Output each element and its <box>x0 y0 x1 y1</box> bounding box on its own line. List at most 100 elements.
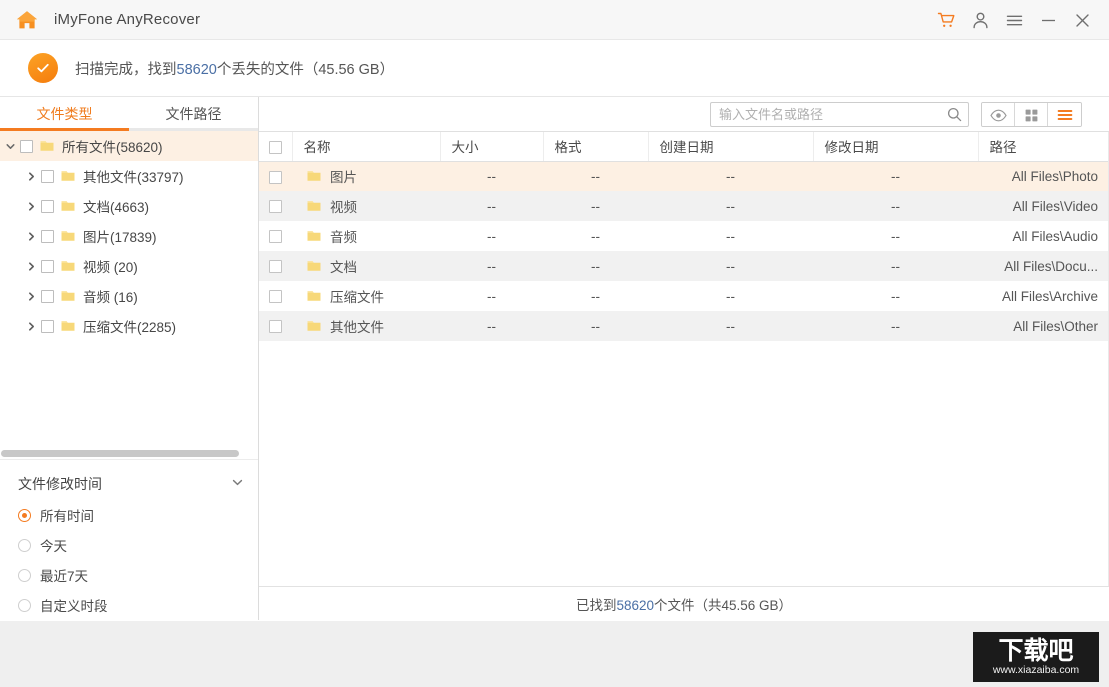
column-header-created-date[interactable]: 创建日期 <box>648 132 814 162</box>
tree-item-audio[interactable]: 音频 (16) <box>0 281 258 311</box>
radio-button[interactable] <box>18 598 31 612</box>
folder-icon <box>307 231 321 241</box>
row-checkbox-cell[interactable] <box>259 191 292 221</box>
folder-icon <box>61 171 75 181</box>
table-row[interactable]: 压缩文件 -- -- -- -- All Files\Archive <box>259 281 1109 311</box>
row-modified-cell: -- <box>891 318 900 334</box>
filter-option-all-time[interactable]: 所有时间 <box>0 500 258 530</box>
filter-option-label: 所有时间 <box>40 509 94 524</box>
row-name-cell: 图片 <box>292 161 440 191</box>
row-checkbox-cell[interactable] <box>259 251 292 281</box>
table-row[interactable]: 视频 -- -- -- -- All Files\Video <box>259 191 1109 221</box>
filter-option-last-7-days[interactable]: 最近7天 <box>0 560 258 590</box>
tree-checkbox[interactable] <box>41 229 54 243</box>
tree-checkbox[interactable] <box>41 289 54 303</box>
row-path-cell: All Files\Audio <box>1012 228 1098 244</box>
radio-button[interactable] <box>18 508 31 522</box>
tree-checkbox[interactable] <box>20 139 33 153</box>
scan-status-text: 扫描完成，找到58620个丢失的文件（45.56 GB） <box>75 58 394 79</box>
column-header-name[interactable]: 名称 <box>292 132 441 162</box>
row-name-label: 图片 <box>330 170 357 186</box>
chevron-right-icon[interactable] <box>21 251 41 281</box>
tree-item-other-files[interactable]: 其他文件(33797) <box>0 161 258 191</box>
row-checkbox-cell[interactable] <box>259 161 292 191</box>
column-header-format[interactable]: 格式 <box>543 132 649 162</box>
row-checkbox[interactable] <box>269 260 282 274</box>
column-header-path[interactable]: 路径 <box>978 132 1109 162</box>
table-row[interactable]: 图片 -- -- -- -- All Files\Photo <box>259 161 1109 191</box>
minimize-icon[interactable] <box>1031 0 1065 40</box>
home-icon[interactable] <box>16 9 38 31</box>
radio-button[interactable] <box>18 568 31 582</box>
sidebar: 文件类型 文件路径 所有文件(58620) 其他文件(33797) 文档(466… <box>0 97 259 620</box>
row-format-cell: -- <box>591 228 600 244</box>
search-input[interactable] <box>711 106 940 122</box>
tree-item-documents[interactable]: 文档(4663) <box>0 191 258 221</box>
tree-item-videos[interactable]: 视频 (20) <box>0 251 258 281</box>
tree-item-archives[interactable]: 压缩文件(2285) <box>0 311 258 341</box>
row-format-cell: -- <box>591 198 600 214</box>
folder-icon <box>61 261 75 271</box>
row-name-label: 音频 <box>330 230 357 245</box>
sidebar-horizontal-scrollbar-thumb[interactable] <box>1 450 239 457</box>
row-format-cell: -- <box>591 318 600 334</box>
row-checkbox-cell[interactable] <box>259 221 292 251</box>
tree-item-all-files[interactable]: 所有文件(58620) <box>0 131 258 161</box>
row-name-label: 视频 <box>330 200 357 215</box>
filter-option-today[interactable]: 今天 <box>0 530 258 560</box>
chevron-right-icon[interactable] <box>21 311 41 341</box>
table-row[interactable]: 文档 -- -- -- -- All Files\Docu... <box>259 251 1109 281</box>
hamburger-menu-icon[interactable] <box>997 0 1031 40</box>
close-icon[interactable] <box>1065 0 1099 40</box>
list-view-icon[interactable] <box>1048 102 1081 126</box>
tree-checkbox[interactable] <box>41 319 54 333</box>
tree-checkbox[interactable] <box>41 169 54 183</box>
tab-file-path[interactable]: 文件路径 <box>129 97 258 131</box>
row-checkbox[interactable] <box>269 170 282 184</box>
chevron-right-icon[interactable] <box>21 161 41 191</box>
chevron-right-icon[interactable] <box>21 191 41 221</box>
sidebar-horizontal-scrollbar-track[interactable] <box>0 448 258 460</box>
select-all-header[interactable] <box>259 132 293 162</box>
title-bar: iMyFone AnyRecover <box>0 0 1109 40</box>
row-checkbox[interactable] <box>269 290 282 304</box>
filter-option-custom-range[interactable]: 自定义时段 <box>0 590 258 620</box>
chevron-down-icon[interactable] <box>231 476 244 492</box>
filter-header[interactable]: 文件修改时间 <box>0 468 258 500</box>
row-created-cell: -- <box>726 288 735 304</box>
search-icon[interactable] <box>940 102 968 127</box>
folder-icon <box>307 321 321 331</box>
status-footer: 已找到58620个文件（共45.56 GB） <box>259 586 1109 620</box>
row-size-cell: -- <box>487 198 496 214</box>
tree-item-label: 文档(4663) <box>83 200 150 215</box>
chevron-right-icon[interactable] <box>21 281 41 311</box>
toolbar <box>259 97 1109 131</box>
table-row[interactable]: 其他文件 -- -- -- -- All Files\Other <box>259 311 1109 341</box>
tree-item-photos[interactable]: 图片(17839) <box>0 221 258 251</box>
column-header-size[interactable]: 大小 <box>440 132 544 162</box>
search-box[interactable] <box>710 101 969 127</box>
row-checkbox-cell[interactable] <box>259 311 292 341</box>
person-icon[interactable] <box>963 0 997 40</box>
preview-eye-icon[interactable] <box>982 102 1015 126</box>
tree-checkbox[interactable] <box>41 199 54 213</box>
row-checkbox[interactable] <box>269 230 282 244</box>
table-row[interactable]: 音频 -- -- -- -- All Files\Audio <box>259 221 1109 251</box>
row-checkbox[interactable] <box>269 200 282 214</box>
desktop-background: iMyFone AnyRecover 扫描完成，找到58620个丢失的文件（45… <box>0 0 1109 687</box>
file-list-container[interactable]: 名称 大小 格式 创建日期 修改日期 路径 图片 -- -- -- -- All… <box>259 131 1109 586</box>
watermark: 下载吧 www.xiazaiba.com <box>973 632 1099 682</box>
row-checkbox-cell[interactable] <box>259 281 292 311</box>
row-checkbox[interactable] <box>269 320 282 334</box>
select-all-checkbox[interactable] <box>268 140 282 154</box>
column-header-modified-date[interactable]: 修改日期 <box>813 132 979 162</box>
grid-view-icon[interactable] <box>1015 102 1048 126</box>
tree-item-label: 图片(17839) <box>83 230 157 245</box>
tab-file-type[interactable]: 文件类型 <box>0 97 129 131</box>
chevron-down-icon[interactable] <box>0 131 20 161</box>
filter-option-label: 今天 <box>40 539 67 554</box>
chevron-right-icon[interactable] <box>21 221 41 251</box>
cart-icon[interactable] <box>929 0 963 40</box>
radio-button[interactable] <box>18 538 31 552</box>
tree-checkbox[interactable] <box>41 259 54 273</box>
